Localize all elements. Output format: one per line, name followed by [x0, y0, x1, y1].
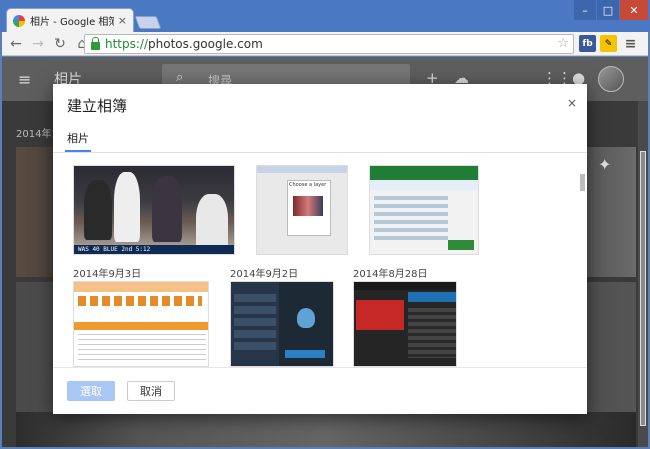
avatar[interactable] — [598, 66, 624, 92]
url-text: https://photos.google.com — [105, 37, 263, 51]
cancel-button[interactable]: 取消 — [127, 381, 175, 401]
dialog-close-icon[interactable]: × — [567, 96, 577, 110]
reload-icon[interactable]: ↻ — [50, 34, 70, 54]
tab-close-icon[interactable]: × — [118, 14, 127, 27]
dialog-scrollbar-thumb[interactable] — [580, 174, 585, 191]
dialog-footer-divider — [53, 367, 587, 368]
window-close-button[interactable]: ✕ — [620, 0, 648, 20]
photo-thumbnail[interactable] — [353, 281, 457, 367]
browser-tab[interactable]: 相片 - Google 相簿 × — [6, 8, 134, 32]
group-date: 2014年9月3日 — [73, 269, 142, 280]
group-date: 2014年8月28日 — [353, 269, 428, 280]
evernote-extension-icon[interactable]: ✎ — [600, 35, 617, 52]
create-album-dialog: 建立相簿 × 相片 WAS 40 BLUE 2nd 5:12 Choose a … — [53, 84, 587, 414]
back-icon[interactable]: ← — [6, 34, 26, 54]
bookmark-star-icon[interactable]: ☆ — [557, 36, 569, 51]
dialog-title: 建立相簿 — [67, 97, 128, 115]
photos-favicon-icon — [13, 14, 25, 27]
address-bar[interactable]: https://photos.google.com ☆ — [84, 34, 574, 54]
new-tab-button[interactable] — [134, 16, 162, 29]
photo-thumbnail[interactable] — [369, 165, 479, 255]
browser-titlebar: 相片 - Google 相簿 × – □ ✕ — [0, 0, 650, 32]
tab-photos[interactable]: 相片 — [67, 130, 89, 146]
browser-toolbar: ← → ↻ ⌂ https://photos.google.com ☆ fb ✎… — [2, 32, 648, 56]
chrome-menu-icon[interactable]: ≡ — [622, 35, 639, 52]
search-icon: ⌕ — [176, 70, 184, 85]
photo-grid: WAS 40 BLUE 2nd 5:12 Choose a layer 2014… — [53, 153, 587, 367]
background-photo-row — [16, 412, 636, 447]
forward-icon[interactable]: → — [28, 34, 48, 54]
minimize-button[interactable]: – — [574, 0, 596, 20]
photo-thumbnail[interactable] — [73, 281, 209, 367]
group-date: 2014年9月2日 — [230, 269, 299, 280]
thumbnail-window-label: Choose a layer — [289, 182, 327, 188]
thumbnail-scorebar-text: WAS 40 BLUE 2nd 5:12 — [78, 246, 151, 253]
photo-thumbnail[interactable] — [230, 281, 334, 367]
lock-icon — [91, 37, 100, 50]
select-button[interactable]: 選取 — [67, 381, 115, 401]
facebook-extension-icon[interactable]: fb — [579, 35, 596, 52]
tab-title: 相片 - Google 相簿 — [30, 17, 114, 28]
hamburger-menu-icon[interactable]: ≡ — [18, 70, 32, 89]
photo-thumbnail[interactable]: WAS 40 BLUE 2nd 5:12 — [73, 165, 235, 255]
background-date-label: 2014年1 — [16, 129, 58, 140]
photo-thumbnail[interactable]: Choose a layer — [256, 165, 348, 255]
assistant-sparkle-icon: ✦ — [598, 155, 612, 174]
maximize-button[interactable]: □ — [597, 0, 619, 20]
page-scrollbar[interactable] — [638, 101, 648, 447]
